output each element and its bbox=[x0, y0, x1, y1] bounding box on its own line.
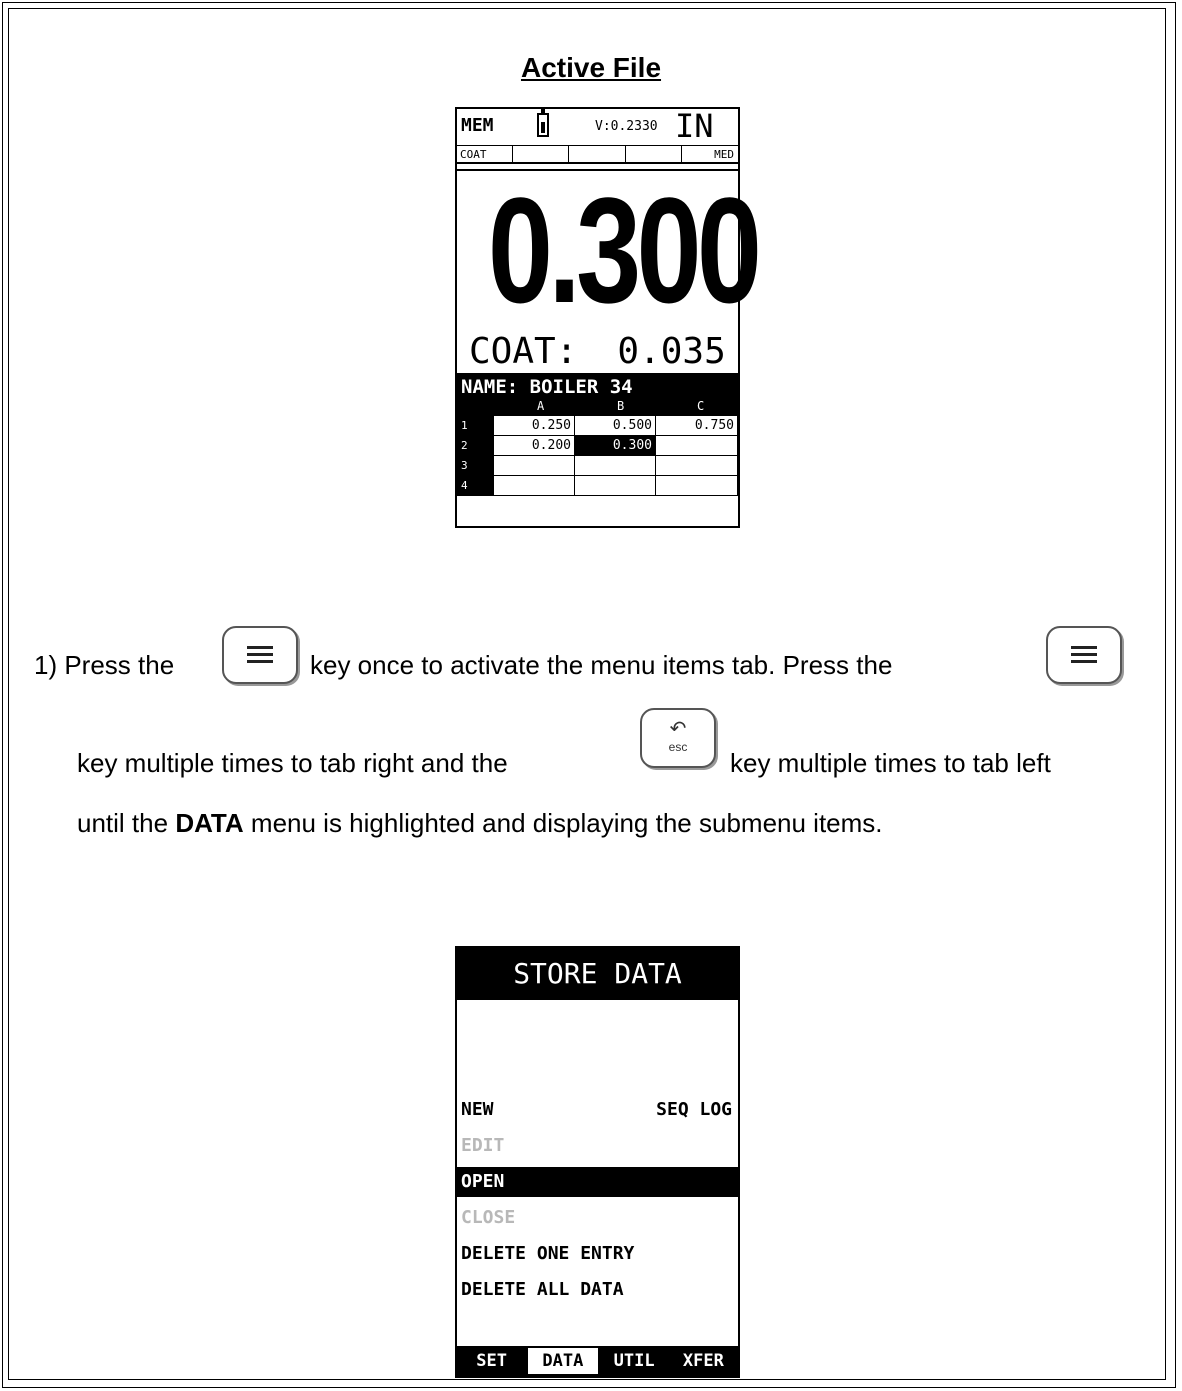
menu-item-label: NEW bbox=[461, 1099, 494, 1120]
menu-item-value: SEQ LOG bbox=[656, 1099, 732, 1120]
instruction-line-1b: key once to activate the menu items tab.… bbox=[310, 650, 893, 680]
row-number: 3 bbox=[457, 455, 494, 476]
grid-column-headers: A B C bbox=[457, 397, 738, 415]
tab-xfer[interactable]: XFER bbox=[669, 1346, 738, 1376]
menu-key-icon[interactable] bbox=[222, 626, 298, 684]
file-name: NAME: BOILER 34 bbox=[461, 376, 633, 398]
menu-item-open[interactable]: OPEN bbox=[457, 1167, 738, 1197]
esc-key-label: esc bbox=[668, 740, 688, 754]
coat-value: 0.035 bbox=[617, 331, 726, 372]
grid-cell[interactable]: 0.250 bbox=[493, 415, 575, 436]
instruction-line-2a: key multiple times to tab right and the bbox=[77, 748, 508, 778]
grid-cell[interactable] bbox=[574, 455, 656, 476]
data-menu-keyword: DATA bbox=[175, 808, 244, 838]
hamburger-icon bbox=[247, 646, 273, 664]
instruction-line-3a: until the bbox=[77, 808, 169, 838]
status-cell bbox=[626, 146, 682, 162]
status-bar: COAT MED bbox=[457, 145, 738, 164]
tab-set[interactable]: SET bbox=[457, 1346, 526, 1376]
grid-cell[interactable] bbox=[493, 475, 575, 496]
status-cell bbox=[569, 146, 626, 162]
data-grid: 1 0.250 0.500 0.750 2 0.200 0.300 3 4 bbox=[457, 415, 738, 496]
grid-cell[interactable] bbox=[655, 455, 738, 476]
grid-cell[interactable]: 0.750 bbox=[655, 415, 738, 436]
velocity-readout: V:0.2330 bbox=[595, 119, 658, 134]
column-header: C bbox=[697, 399, 705, 413]
column-header: B bbox=[617, 399, 625, 413]
menu-key-icon[interactable] bbox=[1046, 626, 1122, 684]
return-arrow-icon: ↶ bbox=[669, 718, 687, 740]
menu-item-delete-all-data[interactable]: DELETE ALL DATA bbox=[457, 1275, 738, 1305]
mem-indicator: MEM bbox=[461, 115, 494, 136]
unit-indicator: IN bbox=[675, 107, 714, 145]
menu-item-label: CLOSE bbox=[461, 1207, 516, 1228]
row-number: 2 bbox=[457, 435, 494, 456]
table-row: 3 bbox=[457, 455, 738, 476]
column-header: A bbox=[537, 399, 545, 413]
grid-cell[interactable] bbox=[574, 475, 656, 496]
status-cell: COAT bbox=[457, 146, 513, 162]
esc-key-icon[interactable]: ↶ esc bbox=[640, 708, 716, 768]
row-number: 4 bbox=[457, 475, 494, 496]
grid-cell[interactable] bbox=[655, 475, 738, 496]
tab-data[interactable]: DATA bbox=[526, 1346, 600, 1376]
battery-icon bbox=[537, 109, 549, 137]
status-cell bbox=[513, 146, 569, 162]
menu-item-new[interactable]: NEW SEQ LOG bbox=[457, 1095, 738, 1125]
grid-cell[interactable]: 0.500 bbox=[574, 415, 656, 436]
hamburger-icon bbox=[1071, 646, 1097, 664]
menu-item-label: DELETE ALL DATA bbox=[461, 1279, 624, 1300]
grid-cell[interactable] bbox=[655, 435, 738, 456]
coat-label: COAT: bbox=[469, 331, 578, 372]
status-cell: MED bbox=[714, 148, 734, 161]
section-title: Active File bbox=[520, 52, 662, 83]
menu-title: STORE DATA bbox=[457, 948, 738, 1000]
menu-item-edit[interactable]: EDIT bbox=[457, 1131, 738, 1161]
row-number: 1 bbox=[457, 415, 494, 436]
menu-item-label: DELETE ONE ENTRY bbox=[461, 1243, 635, 1264]
instruction-line-1a: 1) Press the bbox=[34, 650, 175, 680]
menu-item-delete-one-entry[interactable]: DELETE ONE ENTRY bbox=[457, 1239, 738, 1269]
table-row: 4 bbox=[457, 475, 738, 496]
table-row: 2 0.200 0.300 bbox=[457, 435, 738, 456]
instruction-line-3: until the DATA menu is highlighted and d… bbox=[77, 808, 883, 839]
grid-cell[interactable]: 0.200 bbox=[493, 435, 575, 456]
menu-tab-bar: SET DATA UTIL XFER bbox=[457, 1346, 738, 1376]
grid-cell-selected[interactable]: 0.300 bbox=[574, 435, 656, 456]
screen-header: MEM V:0.2330 IN bbox=[457, 107, 738, 145]
tab-util[interactable]: UTIL bbox=[600, 1346, 669, 1376]
grid-cell[interactable] bbox=[493, 455, 575, 476]
instruction-line-2b: key multiple times to tab left bbox=[730, 748, 1051, 778]
reading-area: 0.300 COAT: 0.035 bbox=[457, 166, 762, 375]
thickness-reading: 0.300 bbox=[487, 166, 762, 334]
file-name-bar: NAME: BOILER 34 A B C bbox=[457, 375, 738, 415]
menu-item-label: OPEN bbox=[461, 1171, 505, 1192]
table-row: 1 0.250 0.500 0.750 bbox=[457, 415, 738, 436]
menu-item-label: EDIT bbox=[461, 1135, 505, 1156]
instruction-line-3b: menu is highlighted and displaying the s… bbox=[250, 808, 883, 838]
gauge-screen-store-data: STORE DATA NEW SEQ LOG EDIT OPEN CLOSE D… bbox=[455, 946, 740, 1378]
gauge-screen-active-file: MEM V:0.2330 IN COAT MED 0.300 COAT: 0.03… bbox=[455, 107, 762, 528]
menu-item-close[interactable]: CLOSE bbox=[457, 1203, 738, 1233]
coating-readout: COAT: 0.035 bbox=[469, 331, 726, 372]
